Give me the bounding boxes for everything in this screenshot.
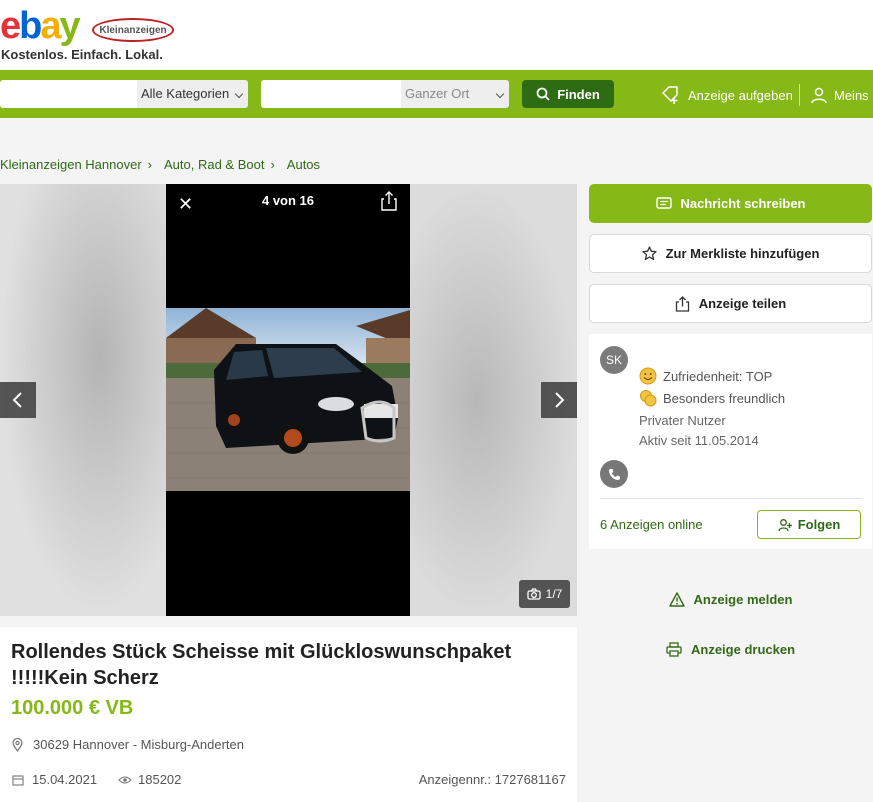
- share-ad-label: Anzeige teilen: [698, 296, 787, 311]
- report-ad-label: Anzeige melden: [693, 592, 793, 607]
- follow-button-label: Folgen: [797, 517, 841, 532]
- image-gallery: ✕ 4 von 16 1/7: [0, 184, 577, 616]
- chevron-left-icon: [12, 392, 22, 408]
- site-header: ebay Kleinanzeigen Kostenlos. Einfach. L…: [0, 0, 873, 70]
- message-icon: [655, 196, 672, 209]
- breadcrumb: Kleinanzeigen Hannover › Auto, Rad & Boot…: [0, 157, 320, 172]
- share-icon: [675, 295, 689, 312]
- phone-icon: [608, 468, 620, 480]
- seller-satisfaction: Zufriedenheit: TOP: [639, 367, 772, 385]
- star-icon: [641, 246, 657, 261]
- image-counter-label: 1/7: [545, 587, 563, 601]
- chevron-down-icon: [495, 89, 505, 99]
- next-image-button[interactable]: [541, 382, 577, 418]
- seller-friendly-badge: Besonders freundlich: [639, 389, 785, 407]
- seller-card: SK Zufriedenheit: TOP Besonders freundli…: [589, 334, 872, 549]
- seller-divider: [600, 498, 862, 499]
- account-menu[interactable]: Meins: [810, 84, 869, 106]
- print-ad-label: Anzeige drucken: [690, 642, 796, 657]
- seller-type: Privater Nutzer: [639, 413, 726, 428]
- listing-price: 100.000 € VB: [11, 697, 134, 719]
- breadcrumb-item-subcategory[interactable]: Autos: [287, 157, 320, 172]
- seller-avatar[interactable]: SK: [600, 346, 628, 374]
- page: ebay Kleinanzeigen Kostenlos. Einfach. L…: [0, 0, 873, 802]
- seller-friendly-text: Besonders freundlich: [663, 390, 786, 406]
- calendar-icon: [12, 774, 24, 786]
- add-to-watchlist-label: Zur Merkliste hinzufügen: [665, 246, 820, 261]
- chevron-right-icon: ›: [147, 157, 152, 172]
- add-ad-icon: [661, 86, 678, 104]
- search-input[interactable]: [0, 80, 137, 108]
- report-ad-link[interactable]: Anzeige melden: [589, 592, 872, 607]
- previous-image-button[interactable]: [0, 382, 36, 418]
- friendly-badge-icon: [640, 390, 657, 407]
- header-divider: [799, 84, 800, 106]
- seller-ads-online-link[interactable]: 6 Anzeigen online: [600, 517, 703, 532]
- listing-views: 185202: [118, 772, 181, 787]
- ebay-logo-text: ebay: [0, 5, 81, 47]
- eye-icon: [118, 775, 132, 784]
- account-label: Meins: [834, 87, 869, 103]
- listing-location-text: 30629 Hannover - Misburg-Anderten: [33, 737, 245, 752]
- listing-location: 30629 Hannover - Misburg-Anderten: [12, 737, 244, 752]
- radius-select[interactable]: Ganzer Ort: [401, 80, 509, 108]
- search-icon: [536, 87, 550, 101]
- chevron-right-icon: ›: [270, 157, 275, 172]
- seller-satisfaction-text: Zufriedenheit: TOP: [663, 368, 773, 384]
- write-message-button[interactable]: Nachricht schreiben: [589, 184, 872, 223]
- warning-icon: [668, 592, 685, 607]
- location-pin-icon: [12, 737, 23, 752]
- screenshot-photo-counter: 4 von 16: [261, 193, 315, 208]
- print-ad-link[interactable]: Anzeige drucken: [589, 642, 872, 657]
- listing-date: 15.04.2021: [12, 772, 97, 787]
- kleinanzeigen-badge: Kleinanzeigen: [92, 18, 174, 42]
- listing-date-text: 15.04.2021: [32, 772, 98, 787]
- camera-icon: [527, 588, 541, 600]
- share-icon: [381, 191, 397, 211]
- find-button-label: Finden: [557, 86, 600, 102]
- ebay-kleinanzeigen-logo[interactable]: ebay Kleinanzeigen: [0, 6, 180, 46]
- category-select[interactable]: Alle Kategorien: [137, 80, 248, 108]
- radius-select-value: Ganzer Ort: [405, 86, 470, 101]
- listing-details: Rollendes Stück Scheisse mit Glückloswun…: [0, 627, 577, 802]
- write-message-label: Nachricht schreiben: [680, 196, 806, 211]
- main-image[interactable]: ✕ 4 von 16: [166, 184, 410, 616]
- chevron-right-icon: [555, 392, 565, 408]
- follow-button[interactable]: Folgen: [757, 510, 861, 539]
- listing-title: Rollendes Stück Scheisse mit Glückloswun…: [11, 641, 512, 689]
- listing-views-text: 185202: [138, 772, 182, 787]
- category-select-value: Alle Kategorien: [141, 86, 230, 101]
- breadcrumb-item-category[interactable]: Auto, Rad & Boot: [164, 157, 264, 172]
- breadcrumb-item-city[interactable]: Kleinanzeigen Hannover: [0, 157, 142, 172]
- phone-button[interactable]: [600, 460, 628, 488]
- location-input[interactable]: [261, 80, 401, 108]
- chevron-down-icon: [234, 89, 244, 99]
- user-icon: [811, 87, 827, 104]
- post-ad-label: Anzeige aufgeben: [688, 87, 793, 103]
- follow-user-icon: [778, 518, 792, 531]
- image-counter[interactable]: 1/7: [519, 580, 570, 608]
- smiley-icon: [639, 367, 657, 385]
- seller-active-since: Aktiv seit 11.05.2014: [639, 433, 759, 448]
- search-bar: Alle Kategorien Ganzer Ort Finden Anzeig…: [0, 70, 873, 118]
- share-ad-button[interactable]: Anzeige teilen: [589, 284, 872, 323]
- printer-icon: [666, 642, 682, 657]
- tagline: Kostenlos. Einfach. Lokal.: [1, 47, 163, 62]
- add-to-watchlist-button[interactable]: Zur Merkliste hinzufügen: [589, 234, 872, 273]
- car-photo: [166, 308, 410, 491]
- find-button[interactable]: Finden: [522, 80, 614, 108]
- post-ad-link[interactable]: Anzeige aufgeben: [660, 84, 793, 106]
- listing-ad-number: Anzeigennr.: 1727681167: [418, 772, 566, 787]
